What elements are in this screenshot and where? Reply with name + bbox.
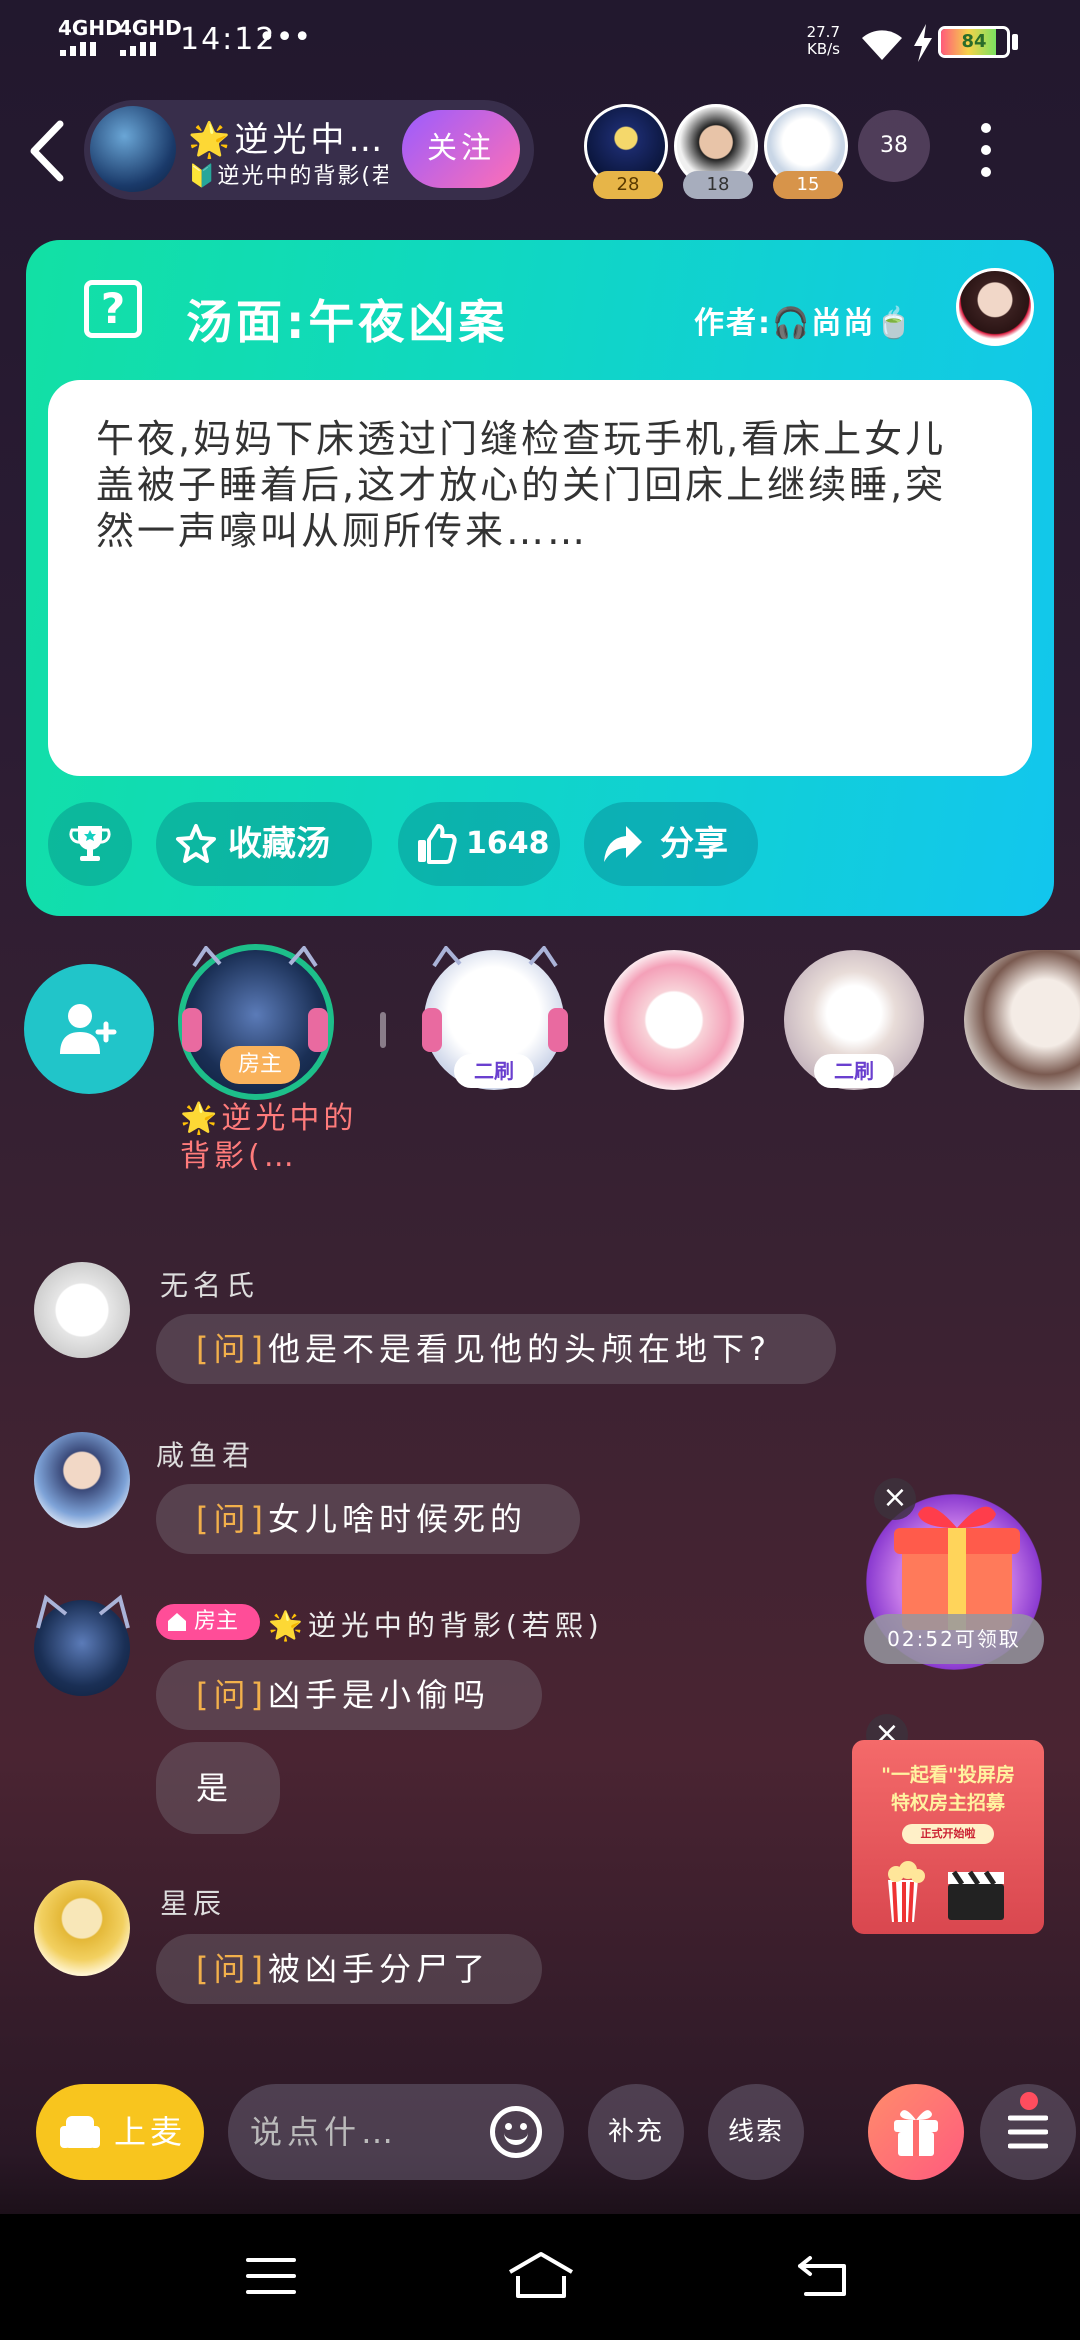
network-speed: 27.7 KB/s	[806, 23, 840, 58]
headphones-frame-icon	[422, 946, 568, 1052]
gift-button[interactable]	[868, 2084, 964, 2180]
chat-bubble-3: [问]凶手是小偷吗	[156, 1660, 542, 1730]
rank-avatar-2[interactable]: 18	[674, 104, 758, 199]
promo-line-3: 正式开始啦	[902, 1824, 994, 1844]
supplement-button[interactable]: 补充	[588, 2084, 684, 2180]
share-arrow-icon	[604, 826, 642, 862]
chat-input[interactable]: 说点什…	[228, 2084, 564, 2180]
host-info-pill[interactable]: 🌟逆光中… 🔰逆光中的背影(若熙 关注	[84, 100, 534, 200]
seat-avatar-3[interactable]	[604, 950, 744, 1090]
seat-divider	[380, 1012, 386, 1048]
riddle-body: 午夜,妈妈下床透过门缝检查玩手机,看床上女儿盖被子睡着后,这才放心的关门回床上继…	[48, 380, 1032, 776]
add-user-icon	[60, 1004, 117, 1054]
riddle-card: ? 汤面:午夜凶案 作者:🎧尚尚🍵 午夜,妈妈下床透过门缝检查玩手机,看床上女儿…	[26, 240, 1054, 916]
recent-apps-icon[interactable]	[246, 2256, 296, 2296]
gift-timer[interactable]: 02:52可领取	[864, 1614, 1044, 1664]
seat-avatar-5[interactable]	[964, 950, 1080, 1090]
cat-ears-frame-icon	[36, 1594, 130, 1629]
chat-bubble-1: [问]他是不是看见他的头颅在地下?	[156, 1314, 836, 1384]
seat-avatar-4[interactable]: 二刷	[784, 950, 924, 1090]
battery-icon: 84	[938, 26, 1010, 58]
riddle-text: 午夜,妈妈下床透过门缝检查玩手机,看床上女儿盖被子睡着后,这才放心的关门回床上继…	[96, 417, 947, 553]
star-icon	[176, 824, 216, 863]
menu-icon	[1008, 2115, 1048, 2149]
chat-bubble-4: [问]被凶手分尸了	[156, 1934, 542, 2004]
favorite-label: 收藏汤	[228, 824, 330, 864]
status-bar: 4GHD 4GHD 14:12 ••• 27.7 KB/s 84	[0, 0, 1080, 90]
promo-line-1: "一起看"投屏房	[881, 1764, 1015, 1786]
chat-input-placeholder: 说点什…	[250, 2113, 399, 2151]
riddle-author[interactable]: 作者:🎧尚尚🍵	[694, 298, 915, 342]
network-indicator-2: 4GHD	[118, 16, 182, 40]
rank-avatar-1[interactable]: 28	[584, 104, 668, 199]
seat-host-name: 🌟逆光中的背影(…	[180, 1101, 358, 1174]
mic-up-button[interactable]: 上麦	[36, 2084, 204, 2180]
rank-badge-2: 18	[683, 171, 753, 199]
gift-close-button[interactable]: ×	[874, 1478, 916, 1520]
chat-name-4: 星辰	[160, 1887, 227, 1920]
more-vertical-icon[interactable]	[966, 118, 1006, 182]
host-avatar[interactable]	[90, 106, 176, 192]
signal-icon-2	[120, 42, 156, 56]
like-button[interactable]: 1648	[398, 802, 560, 886]
host-badge: 房主	[156, 1604, 260, 1640]
back-button[interactable]	[24, 118, 70, 184]
rank-badge-3: 15	[773, 171, 843, 199]
back-nav-icon[interactable]	[796, 2252, 852, 2298]
wifi-icon	[862, 30, 902, 60]
share-button[interactable]: 分享	[584, 802, 758, 886]
follow-button[interactable]: 关注	[402, 110, 520, 188]
chat-avatar-4[interactable]	[34, 1880, 130, 1976]
share-label: 分享	[660, 824, 728, 864]
chat-bubble-2: [问]女儿啥时候死的	[156, 1484, 580, 1554]
host-subtitle: 🔰逆光中的背影(若熙	[188, 164, 388, 189]
system-nav-bar	[0, 2214, 1080, 2340]
chat-avatar-2[interactable]	[34, 1432, 130, 1528]
seat-tag-4: 二刷	[814, 1054, 894, 1088]
author-avatar[interactable]	[956, 268, 1034, 346]
sofa-icon	[60, 2116, 100, 2148]
charging-icon	[914, 24, 932, 62]
signal-icon-1	[60, 42, 96, 56]
home-icon	[168, 1613, 186, 1631]
host-tag: 房主	[220, 1046, 300, 1084]
like-count: 1648	[466, 826, 550, 861]
host-name: 🌟逆光中…	[188, 120, 387, 160]
clue-button[interactable]: 线索	[708, 2084, 804, 2180]
question-box-icon: ?	[84, 280, 142, 338]
mic-up-label: 上麦	[114, 2113, 187, 2151]
viewer-count[interactable]: 38	[858, 110, 930, 182]
favorite-button[interactable]: 收藏汤	[156, 802, 372, 886]
chat-reply-bubble: 是	[156, 1742, 280, 1834]
thumbs-up-icon	[418, 824, 457, 864]
battery-tip	[1012, 34, 1018, 50]
promo-banner[interactable]: "一起看"投屏房 特权房主招募 正式开始啦	[852, 1740, 1044, 1934]
chat-name-1: 无名氏	[160, 1269, 260, 1302]
add-seat-button[interactable]	[24, 964, 154, 1094]
rank-badge-1: 28	[593, 171, 663, 199]
riddle-title: 汤面:午夜凶案	[186, 295, 509, 349]
gift-icon	[894, 2110, 938, 2156]
popcorn-clapper-icon	[888, 1861, 1004, 1923]
chat-name-3: 🌟逆光中的背影(若熙)	[268, 1609, 604, 1642]
chat-name-2: 咸鱼君	[156, 1439, 256, 1472]
emoji-icon[interactable]	[490, 2106, 542, 2158]
rank-avatar-3[interactable]: 15	[764, 104, 848, 199]
trophy-button[interactable]	[48, 802, 132, 886]
trophy-icon	[69, 826, 111, 861]
home-icon[interactable]	[506, 2250, 576, 2300]
promo-line-2: 特权房主招募	[890, 1792, 1005, 1814]
notification-dots: •••	[258, 20, 312, 55]
chat-avatar-1[interactable]	[34, 1262, 130, 1358]
network-indicator-1: 4GHD	[58, 16, 122, 40]
notification-dot	[1020, 2092, 1038, 2110]
